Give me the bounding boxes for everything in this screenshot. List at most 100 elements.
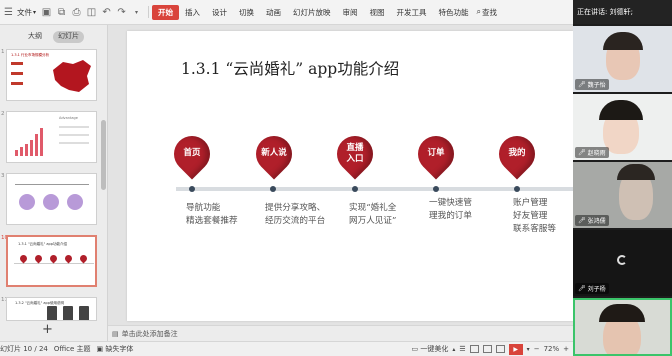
- milestone-label: 新人说: [261, 148, 287, 158]
- timeline-dot: [270, 186, 276, 192]
- file-menu[interactable]: 文件 ▾: [17, 7, 36, 18]
- notes-field[interactable]: ▤ 单击此处添加备注: [108, 325, 573, 341]
- slide-thumbnail[interactable]: 3: [0, 173, 108, 229]
- china-map-icon: [53, 60, 91, 92]
- notes-icon: ▤: [112, 329, 119, 338]
- milestone-desc: 经历交流的平台: [265, 216, 326, 226]
- thumb-preview: 1.3.1 "云尚婚礼" app功能介绍: [6, 235, 97, 287]
- video-tile[interactable]: 🎤︎ 刘子杨: [573, 230, 672, 296]
- milestone-desc: 提供分享攻略、: [265, 203, 326, 213]
- preview-icon[interactable]: ◫: [85, 6, 98, 19]
- print-icon[interactable]: ⎙: [70, 6, 83, 19]
- tab-insert[interactable]: 插入: [179, 5, 206, 20]
- add-slide-icon[interactable]: +: [42, 322, 53, 337]
- beautify-label: 一键美化: [420, 345, 449, 353]
- redo-icon[interactable]: ↷: [115, 6, 128, 19]
- tab-design[interactable]: 设计: [206, 5, 233, 20]
- undo-icon[interactable]: ↶: [100, 6, 113, 19]
- zoom-level[interactable]: 72%: [544, 345, 560, 353]
- normal-view-icon[interactable]: [469, 345, 479, 353]
- tab-home[interactable]: 开始: [152, 4, 180, 20]
- dropdown-icon[interactable]: ▾: [130, 6, 143, 19]
- tab-outline[interactable]: 大纲: [23, 31, 47, 43]
- thumb-caption: 1.3.1 行业市场规模分析: [11, 53, 50, 57]
- milestone-label: 订单: [427, 148, 445, 158]
- beautify-icon: ▭: [411, 345, 419, 353]
- menu-bar: ☰ 文件 ▾ ▣ ⧉ ⎙ ◫ ↶ ↷ ▾ 开始 插入 设计 切换 动画 幻灯片放…: [0, 0, 573, 25]
- timeline-dot: [433, 186, 439, 192]
- separator: [148, 6, 150, 18]
- mic-icon: 🎤︎: [578, 149, 586, 156]
- slide-thumbnail-current[interactable]: 10 1.3.1 "云尚婚礼" app功能介绍: [0, 235, 108, 291]
- milestone-label: 首页: [183, 148, 201, 158]
- tab-transition[interactable]: 切换: [233, 5, 260, 20]
- zoom-in-icon[interactable]: +: [563, 345, 569, 353]
- video-tile[interactable]: 🎤︎ 魏子怡: [573, 26, 672, 92]
- tab-animation[interactable]: 动画: [260, 5, 287, 20]
- notes-placeholder: 单击此处添加备注: [121, 329, 178, 338]
- milestone-label: 我的: [508, 148, 526, 158]
- mic-icon: 🎤︎: [578, 285, 586, 292]
- thumb-number: 3: [1, 173, 5, 179]
- zoom-out-icon[interactable]: −: [534, 345, 540, 353]
- timeline-dot: [189, 186, 195, 192]
- tab-features[interactable]: 特色功能: [433, 5, 475, 20]
- tab-slideshow[interactable]: 幻灯片放映: [287, 5, 337, 20]
- save-icon[interactable]: ▣: [40, 6, 53, 19]
- tab-slides[interactable]: 幻灯片: [53, 31, 84, 43]
- video-tile[interactable]: 🎤︎ 赵晓雨: [573, 94, 672, 160]
- milestone-desc: 好友管理: [513, 211, 548, 221]
- mic-icon: 🎤︎: [578, 217, 586, 224]
- milestone-label-line2: 入口: [346, 154, 364, 164]
- participant-name: 刘子杨: [587, 286, 606, 293]
- sorter-view-icon[interactable]: [482, 345, 492, 353]
- video-tile[interactable]: [573, 298, 672, 356]
- milestone-desc: 精选套餐推荐: [186, 216, 238, 226]
- thumbnail-scrollbar[interactable]: [101, 120, 106, 190]
- tab-view[interactable]: 视图: [364, 5, 391, 20]
- participant-name: 赵晓雨: [587, 150, 606, 157]
- export-icon[interactable]: ⧉: [55, 6, 68, 19]
- tab-developer[interactable]: 开发工具: [391, 5, 433, 20]
- tab-review[interactable]: 审阅: [337, 5, 364, 20]
- slide-thumbnail[interactable]: 1 1.3.1 行业市场规模分析: [0, 49, 108, 105]
- beautify-button[interactable]: ▭ 一键美化: [412, 344, 449, 354]
- missing-font-label: 缺失字体: [105, 345, 134, 353]
- reading-view-icon[interactable]: [495, 345, 505, 353]
- thumb-caption: Advantage: [59, 116, 78, 120]
- timeline-dot: [514, 186, 520, 192]
- slide-thumbnail-panel: 大纲 幻灯片 1 1.3.1 行业市场规模分析 2 Advantage 3 10…: [0, 25, 108, 341]
- thumb-preview: Advantage: [6, 111, 97, 163]
- comment-icon[interactable]: ☰: [459, 345, 465, 353]
- slide-canvas-area: 1.3.1 “云尚婚礼” app功能介绍 首页 导航功能 精选套餐推荐 新人说 …: [108, 25, 573, 325]
- milestone-desc: 实现“婚礼全: [349, 203, 397, 213]
- milestone-desc: 账户管理: [513, 198, 548, 208]
- search-label: 查找: [482, 7, 497, 17]
- milestone-desc: 理我的订单: [429, 211, 472, 221]
- slide[interactable]: 1.3.1 “云尚婚礼” app功能介绍 首页 导航功能 精选套餐推荐 新人说 …: [127, 31, 573, 321]
- play-slideshow-icon[interactable]: ▶: [508, 343, 523, 355]
- thumb-number: 2: [1, 111, 5, 117]
- thumb-preview: 1.3.2 "云尚婚礼" app使用说明: [6, 297, 97, 321]
- theme-name: Office 主题: [53, 345, 91, 353]
- speaking-indicator: 正在讲话: 刘德轩;: [573, 0, 672, 24]
- thumb-preview: [6, 173, 97, 225]
- play-options-icon[interactable]: ▾: [527, 346, 530, 353]
- thumb-preview: 1.3.1 行业市场规模分析: [6, 49, 97, 101]
- slide-position: 幻灯片 10 / 24: [0, 345, 48, 353]
- thumb-caption: 1.3.1 "云尚婚礼" app功能介绍: [18, 242, 67, 246]
- meeting-panel: 正在讲话: 刘德轩; 🎤︎ 魏子怡 🎤︎ 赵晓雨 🎤︎ 张鸿儒 🎤︎ 刘子杨: [573, 0, 672, 356]
- expand-icon[interactable]: ▴: [452, 346, 455, 353]
- slide-thumbnail[interactable]: 2 Advantage: [0, 111, 108, 167]
- timeline-dot: [352, 186, 358, 192]
- video-tile[interactable]: 🎤︎ 张鸿儒: [573, 162, 672, 228]
- missing-font-icon: ▣: [96, 345, 104, 353]
- menu-icon[interactable]: ☰: [2, 6, 15, 19]
- participant-name: 魏子怡: [587, 82, 606, 89]
- missing-font-button[interactable]: ▣ 缺失字体: [97, 344, 134, 354]
- milestone-desc: 网万人见证”: [349, 216, 397, 226]
- search-button[interactable]: ⌕ 查找: [477, 7, 497, 18]
- participant-name: 张鸿儒: [587, 218, 606, 225]
- status-bar: 幻灯片 10 / 24 Office 主题 ▣ 缺失字体 ▭ 一键美化 ▴ ☰ …: [0, 341, 573, 356]
- milestone-desc: 导航功能: [186, 203, 221, 213]
